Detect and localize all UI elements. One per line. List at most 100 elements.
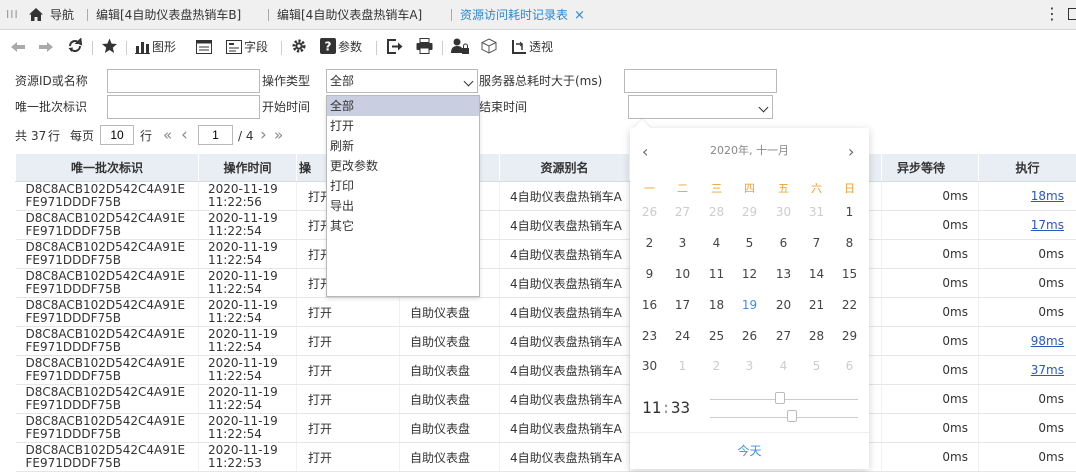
exec-time-link[interactable]: 18ms [1031,189,1064,203]
grip-icon[interactable]: III [6,8,19,21]
calendar-day[interactable]: 4 [767,359,800,373]
calendar-day[interactable]: 26 [733,329,766,343]
tab-edit-a[interactable]: 编辑[4自助仪表盘热销车A] [277,0,422,30]
exec-time-link[interactable]: 98ms [1031,334,1064,348]
first-page-button[interactable]: « [163,125,172,145]
calendar-day[interactable]: 29 [833,329,866,343]
calendar-day[interactable]: 26 [633,205,666,219]
calendar-day[interactable]: 28 [800,329,833,343]
calendar-day[interactable]: 16 [633,298,666,312]
calendar-day[interactable]: 21 [800,298,833,312]
option-refresh[interactable]: 刷新 [327,136,479,156]
calendar-day[interactable]: 31 [800,205,833,219]
column-header[interactable]: 异步等待 [882,154,979,182]
calendar-day[interactable]: 5 [800,359,833,373]
option-change-param[interactable]: 更改参数 [327,156,479,176]
option-all[interactable]: 全部 [327,96,479,116]
calendar-day[interactable]: 30 [633,359,666,373]
next-page-button[interactable]: › [260,125,267,145]
server-time-input[interactable] [624,69,777,93]
calendar-day[interactable]: 23 [633,329,666,343]
column-header[interactable]: 操作时间 [199,154,297,182]
calendar-day[interactable]: 14 [800,267,833,281]
option-print[interactable]: 打印 [327,176,479,196]
table-row[interactable]: D8C8ACB102D542C4A91EFE971DDDF75B2020-11-… [16,327,1076,356]
column-header[interactable]: 执行 [979,154,1076,182]
table-row[interactable]: D8C8ACB102D542C4A91EFE971DDDF75B2020-11-… [16,443,1076,472]
exec-time-link[interactable]: 17ms [1031,218,1064,232]
calendar-day[interactable]: 20 [767,298,800,312]
calendar-day[interactable]: 5 [733,236,766,250]
user-lock-button[interactable] [451,38,469,56]
table-row[interactable]: D8C8ACB102D542C4A91EFE971DDDF75B2020-11-… [16,182,1076,211]
calendar-day[interactable]: 2 [700,359,733,373]
table-row[interactable]: D8C8ACB102D542C4A91EFE971DDDF75B2020-11-… [16,356,1076,385]
calendar-day[interactable]: 3 [733,359,766,373]
favorite-button[interactable] [101,38,118,56]
last-page-button[interactable]: » [274,125,283,145]
calendar-day[interactable]: 9 [633,267,666,281]
option-other[interactable]: 其它 [327,216,479,236]
table-row[interactable]: D8C8ACB102D542C4A91EFE971DDDF75B2020-11-… [16,385,1076,414]
calendar-day[interactable]: 19 [733,298,766,312]
end-time-select[interactable] [628,95,773,119]
next-month-button[interactable]: › [848,142,854,161]
calendar-day[interactable]: 24 [666,329,699,343]
table-row[interactable]: D8C8ACB102D542C4A91EFE971DDDF75B2020-11-… [16,414,1076,443]
today-button[interactable]: 今天 [630,442,869,459]
table-row[interactable]: D8C8ACB102D542C4A91EFE971DDDF75B2020-11-… [16,211,1076,240]
column-header[interactable]: 唯一批次标识 [16,154,199,182]
table-row[interactable]: D8C8ACB102D542C4A91EFE971DDDF75B2020-11-… [16,240,1076,269]
refresh-button[interactable] [67,38,83,56]
calendar-day[interactable]: 2 [633,236,666,250]
column-header[interactable]: 资源别名 [500,154,630,182]
calendar-day[interactable]: 6 [833,359,866,373]
export-button[interactable] [387,38,403,56]
print-button[interactable] [416,38,433,56]
batch-id-input[interactable] [107,95,260,119]
op-type-select[interactable]: 全部 [326,69,478,93]
prev-page-button[interactable]: ‹ [181,125,188,145]
cube-button[interactable] [481,38,497,56]
calendar-day[interactable]: 1 [833,205,866,219]
calendar-day[interactable]: 10 [666,267,699,281]
maximize-icon[interactable] [1068,8,1076,20]
calendar-day[interactable]: 1 [666,359,699,373]
calendar-day[interactable]: 25 [700,329,733,343]
option-open[interactable]: 打开 [327,116,479,136]
minute-slider-handle[interactable] [787,410,797,422]
calendar-day[interactable]: 17 [666,298,699,312]
calendar-day[interactable]: 28 [700,205,733,219]
chart-button[interactable]: 图形 [135,38,176,56]
table-button[interactable] [196,38,212,56]
tab-resource-time[interactable]: 资源访问耗时记录表× [460,0,585,30]
close-icon[interactable]: × [574,8,585,23]
resource-id-input[interactable] [107,69,260,93]
home-icon[interactable] [28,7,44,22]
calendar-day[interactable]: 11 [700,267,733,281]
calendar-day[interactable]: 29 [733,205,766,219]
tab-edit-b[interactable]: 编辑[4自助仪表盘热销车B] [96,0,241,30]
param-button[interactable]: ?参数 [320,38,362,56]
settings-button[interactable] [291,38,307,56]
calendar-day[interactable]: 12 [733,267,766,281]
calendar-day[interactable]: 27 [666,205,699,219]
calendar-day[interactable]: 4 [700,236,733,250]
calendar-day[interactable]: 15 [833,267,866,281]
calendar-day[interactable]: 27 [767,329,800,343]
table-row[interactable]: D8C8ACB102D542C4A91EFE971DDDF75B2020-11-… [16,298,1076,327]
tab-nav[interactable]: 导航 [50,0,74,30]
calendar-day[interactable]: 22 [833,298,866,312]
calendar-day[interactable]: 18 [700,298,733,312]
per-page-input[interactable] [100,125,134,145]
calendar-day[interactable]: 30 [767,205,800,219]
hour-slider-handle[interactable] [775,392,785,404]
field-button[interactable]: 字段 [226,38,268,56]
exec-time-link[interactable]: 37ms [1031,363,1064,377]
calendar-day[interactable]: 13 [767,267,800,281]
calendar-day[interactable]: 6 [767,236,800,250]
calendar-day[interactable]: 3 [666,236,699,250]
page-input[interactable] [198,125,233,145]
option-export[interactable]: 导出 [327,196,479,216]
calendar-day[interactable]: 7 [800,236,833,250]
